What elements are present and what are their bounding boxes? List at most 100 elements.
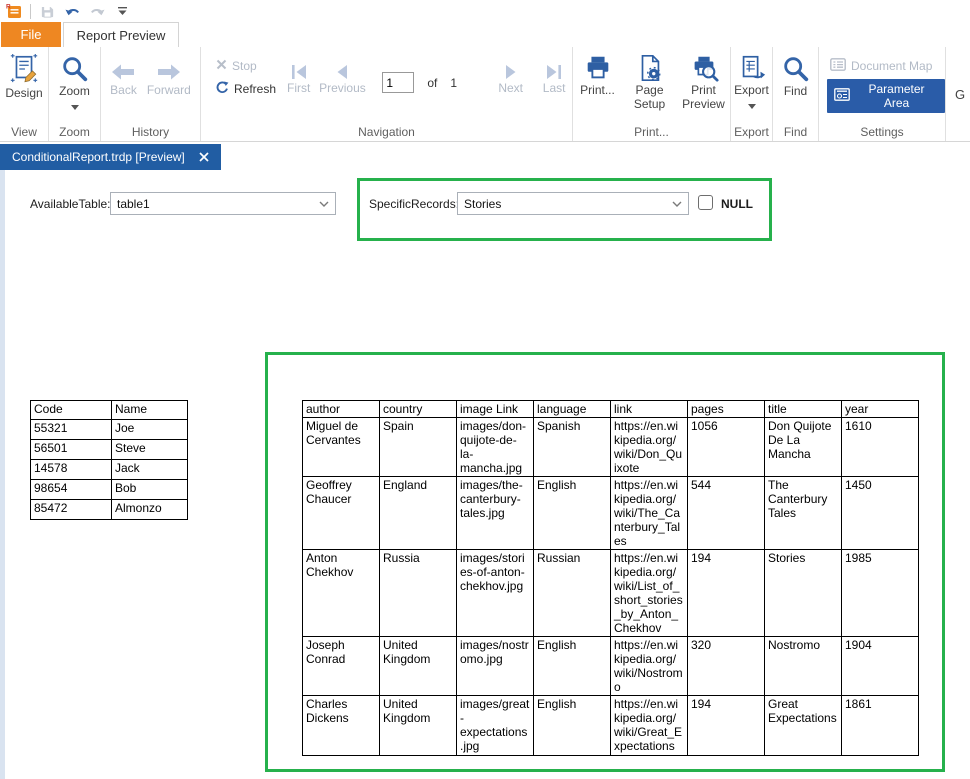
first-page-label: First — [287, 81, 311, 95]
specific-records-value: Stories — [464, 196, 502, 211]
report-preview-area: AvailableTable: table1 SpecificRecords: … — [0, 170, 970, 779]
table-cell: Don Quijote De La Mancha — [764, 417, 842, 477]
print-preview-label: Print Preview — [682, 83, 725, 111]
document-map-icon — [830, 58, 846, 74]
null-checkbox-label: NULL — [721, 197, 753, 211]
previous-page-button[interactable]: Previous — [317, 63, 369, 95]
page-setup-icon — [635, 53, 665, 83]
table-cell: 98654 — [30, 479, 112, 500]
table-cell: 320 — [687, 636, 765, 696]
refresh-button[interactable]: Refresh — [213, 80, 281, 98]
ribbon-group-navigation: Stop Refresh First Previous 1 of 1 Next … — [201, 47, 573, 141]
design-icon — [8, 52, 40, 86]
ribbon-group-find: Find Find — [773, 47, 819, 141]
zoom-dropdown-caret-icon — [70, 99, 79, 113]
column-header: language — [533, 400, 611, 418]
group-label-settings: Settings — [860, 125, 904, 139]
refresh-label: Refresh — [234, 82, 277, 96]
table-cell: https://en.wikipedia.org/wiki/Great_Expe… — [610, 695, 688, 756]
table-cell: Geoffrey Chaucer — [302, 476, 380, 550]
find-button[interactable]: Find — [781, 54, 811, 98]
zoom-button[interactable]: Zoom — [59, 54, 90, 113]
tab-file[interactable]: File — [1, 22, 61, 47]
tab-file-label: File — [20, 27, 42, 42]
table-cell: 1610 — [841, 417, 919, 477]
first-page-button[interactable]: First — [281, 63, 317, 95]
page-setup-label: Page Setup — [633, 83, 666, 111]
print-preview-icon — [689, 53, 719, 83]
column-header: year — [841, 400, 919, 418]
table-cell: images/the-canterbury-tales.jpg — [456, 476, 534, 550]
table-cell: Charles Dickens — [302, 695, 380, 756]
forward-button[interactable]: Forward — [147, 61, 191, 97]
group-label-export: Export — [734, 125, 769, 139]
previous-page-label: Previous — [319, 81, 366, 95]
back-button[interactable]: Back — [110, 61, 137, 97]
table-cell: https://en.wikipedia.org/wiki/Nostromo — [610, 636, 688, 696]
export-dropdown-caret-icon — [747, 98, 756, 112]
table-cell: Stories — [764, 549, 842, 637]
stop-label: Stop — [232, 59, 257, 73]
ribbon-group-export: Export Export — [731, 47, 773, 141]
table-cell: English — [533, 476, 611, 550]
customize-quick-access-icon[interactable] — [113, 2, 131, 20]
page-setup-button[interactable]: Page Setup — [628, 53, 672, 111]
column-header: link — [610, 400, 688, 418]
zoom-label: Zoom — [59, 84, 90, 98]
tab-report-preview[interactable]: Report Preview — [63, 22, 179, 47]
ribbon: Design View Zoom Zoom Back Forward Histo… — [0, 47, 970, 142]
specific-records-label: SpecificRecords: — [369, 197, 460, 211]
next-page-button[interactable]: Next — [491, 63, 530, 95]
tab-report-preview-label: Report Preview — [76, 27, 166, 43]
ribbon-group-settings: Document Map Parameter Area Settings — [819, 47, 946, 141]
find-label: Find — [783, 84, 808, 98]
print-preview-button[interactable]: Print Preview — [679, 53, 729, 111]
next-page-icon — [501, 63, 521, 81]
redo-icon[interactable] — [88, 2, 106, 20]
table-row: 56501 Steve — [30, 439, 188, 460]
table-cell: English — [533, 695, 611, 756]
available-table-combobox[interactable]: table1 — [110, 192, 336, 215]
svg-text:R: R — [6, 4, 11, 11]
undo-icon[interactable] — [63, 2, 81, 20]
stop-button[interactable]: Stop — [213, 58, 281, 74]
table-cell: England — [379, 476, 457, 550]
document-tab-strip: ConditionalReport.trdp [Preview] — [0, 144, 970, 172]
ribbon-group-zoom: Zoom Zoom — [49, 47, 101, 141]
parameter-area-icon — [834, 88, 850, 104]
null-checkbox[interactable] — [698, 195, 713, 210]
table-cell: 85472 — [30, 499, 112, 520]
table-cell: 194 — [687, 695, 765, 756]
last-page-button[interactable]: Last — [536, 63, 572, 95]
table-cell: Spanish — [533, 417, 611, 477]
table-row: 85472 Almonzo — [30, 499, 188, 520]
ribbon-group-print: Print... Page Setup Print Preview Print.… — [573, 47, 731, 141]
app-icon: R — [5, 2, 23, 20]
save-icon[interactable] — [38, 2, 56, 20]
table-cell: 194 — [687, 549, 765, 637]
table-cell: 56501 — [30, 439, 112, 460]
design-button[interactable]: Design — [5, 52, 43, 100]
document-map-button[interactable]: Document Map — [827, 57, 935, 75]
export-button[interactable]: Export — [734, 53, 769, 112]
table-cell: images/nostromo.jpg — [456, 636, 534, 696]
table-cell: 55321 — [30, 419, 112, 440]
table-cell: Spain — [379, 417, 457, 477]
print-button[interactable]: Print... — [575, 53, 621, 97]
next-page-label: Next — [498, 81, 523, 95]
table-cell: https://en.wikipedia.org/wiki/Don_Quixot… — [610, 417, 688, 477]
find-icon — [781, 54, 811, 84]
column-header: Name — [111, 400, 188, 420]
page-number-input[interactable] — [382, 72, 415, 93]
parameter-area-button[interactable]: Parameter Area — [827, 79, 945, 113]
column-header: author — [302, 400, 380, 418]
document-tab-conditionalreport[interactable]: ConditionalReport.trdp [Preview] — [0, 144, 221, 170]
export-icon — [737, 53, 767, 83]
group-label-navigation: Navigation — [358, 125, 415, 139]
table-cell: Anton Chekhov — [302, 549, 380, 637]
table-row: Joseph Conrad United Kingdom images/nostro… — [302, 636, 919, 696]
close-icon[interactable] — [199, 152, 209, 162]
specific-records-combobox[interactable]: Stories — [457, 192, 689, 215]
column-header: Code — [30, 400, 112, 420]
forward-label: Forward — [146, 83, 191, 97]
